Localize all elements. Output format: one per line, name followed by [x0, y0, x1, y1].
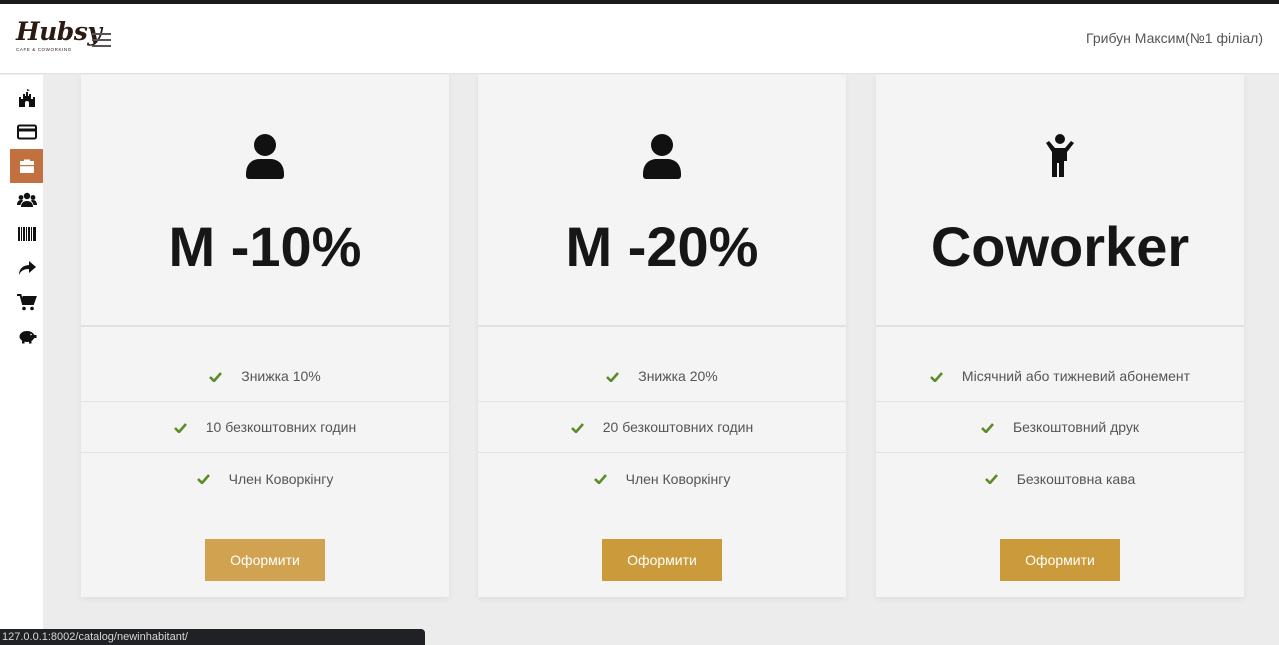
divider: [478, 325, 846, 327]
check-icon: [570, 422, 584, 433]
sidebar-item-briefcase[interactable]: [10, 149, 43, 183]
logo-text: Hubsy: [16, 17, 102, 46]
feature-text: Член Коворкінгу: [228, 470, 334, 487]
sidebar-item-barcode[interactable]: [10, 217, 43, 251]
user-icon: [246, 134, 284, 179]
feature-item: Безкоштовна кава: [876, 453, 1244, 504]
menu-toggle-icon[interactable]: [92, 33, 112, 47]
sidebar-item-share[interactable]: [10, 251, 43, 285]
plan-title: Coworker: [930, 215, 1190, 278]
sidebar-item-piggy[interactable]: [10, 319, 43, 353]
check-icon: [196, 474, 210, 484]
feature-item: Місячний або тижневий абонемент: [876, 351, 1244, 402]
logo-subtitle: CAFE & COWORKING: [16, 47, 72, 52]
subscribe-button[interactable]: Оформити: [602, 539, 722, 581]
feature-text: Безкоштовний друк: [1012, 419, 1140, 435]
piggy-bank-icon: [19, 331, 36, 344]
credit-card-icon: [16, 124, 37, 140]
check-icon: [930, 371, 943, 382]
subscribe-button[interactable]: Оформити: [1000, 539, 1120, 581]
check-icon: [984, 474, 998, 484]
feature-text: Знижка 10%: [241, 368, 321, 384]
sidebar-item-card[interactable]: [10, 115, 43, 149]
header: Hubsy CAFE & COWORKING Грибун Максим(№1 …: [0, 4, 1279, 74]
sidebar-item-users[interactable]: [10, 183, 43, 217]
status-url: 127.0.0.1:8002/catalog/newinhabitant/: [0, 629, 425, 645]
divider: [876, 325, 1244, 327]
plan-title: M -20%: [565, 215, 759, 278]
feature-item: 10 безкоштовних годин: [81, 402, 449, 453]
user-icon: [643, 134, 681, 179]
feature-item: Знижка 10%: [81, 351, 449, 402]
sidebar-item-cart[interactable]: [10, 285, 43, 319]
subscribe-button[interactable]: Оформити: [205, 539, 325, 581]
feature-item: Член Коворкінгу: [81, 453, 449, 504]
feature-text: 10 безкоштовних годин: [205, 419, 357, 435]
plan-card-m20: M -20% Знижка 20% 20 безкоштовних годин …: [478, 75, 846, 597]
user-name[interactable]: Грибун Максим(№1 філіал): [1086, 30, 1263, 46]
sidebar: [0, 75, 43, 645]
castle-icon: [18, 89, 35, 107]
check-icon: [173, 422, 187, 433]
feature-text: Знижка 20%: [638, 368, 718, 384]
check-icon: [606, 371, 620, 382]
sidebar-item-castle[interactable]: [10, 81, 43, 115]
plan-card-m10: M -10% Знижка 10% 10 безкоштовних годин …: [81, 75, 449, 597]
feature-item: 20 безкоштовних годин: [478, 402, 846, 453]
check-icon: [593, 474, 607, 484]
check-icon: [209, 371, 223, 382]
plan-icon: [876, 133, 1244, 183]
logo[interactable]: Hubsy CAFE & COWORKING: [16, 17, 102, 58]
feature-text: Безкоштовна кава: [1016, 470, 1136, 487]
feature-text: Член Коворкінгу: [625, 470, 731, 487]
share-arrow-icon: [18, 261, 36, 275]
barcode-icon: [17, 227, 36, 241]
check-icon: [981, 422, 994, 433]
plan-icon: [81, 133, 449, 183]
feature-text: 20 безкоштовних годин: [602, 419, 754, 435]
divider: [81, 325, 449, 327]
users-icon: [16, 192, 37, 207]
plan-card-coworker: Coworker Місячний або тижневий абонемент…: [876, 75, 1244, 597]
feature-item: Безкоштовний друк: [876, 402, 1244, 453]
feature-text: Місячний або тижневий абонемент: [961, 368, 1191, 384]
plan-title: M -10%: [168, 215, 362, 278]
child-icon: [1046, 134, 1074, 177]
briefcase-icon: [19, 159, 34, 173]
plan-icon: [478, 133, 846, 183]
cart-icon: [16, 294, 37, 311]
feature-item: Член Коворкінгу: [478, 453, 846, 504]
feature-item: Знижка 20%: [478, 351, 846, 402]
